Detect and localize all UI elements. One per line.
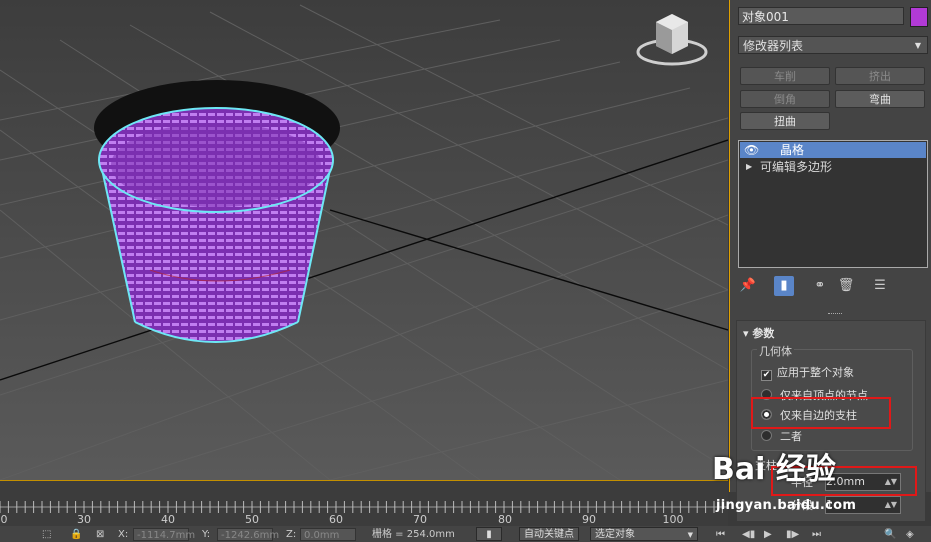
object-name-field[interactable]: 对象001 [738,7,904,25]
auto-key-button[interactable]: 自动关键点 [519,527,579,541]
group-label: 几何体 [757,343,794,359]
modifier-stack: 👁 晶格 ▶ 可编辑多边形 [738,140,928,268]
next-frame-icon[interactable]: ▮▶ [786,528,799,541]
timeline-ruler [0,501,728,513]
tick-label: 0 [0,513,8,526]
tick-label: 50 [245,513,259,526]
stack-item-lattice[interactable]: 👁 晶格 [740,142,926,158]
eye-icon[interactable]: 👁 [744,142,759,158]
modifier-list-label: 修改器列表 [743,39,804,53]
go-to-end-icon[interactable]: ⏭ [812,528,821,541]
viewcube-icon[interactable] [634,8,710,70]
watermark-logo: Bai 经验 [712,452,836,487]
show-end-result-icon[interactable]: ▮ [774,276,794,296]
trash-icon[interactable]: 🗑 [836,276,856,296]
transform-type-in-icon[interactable]: ⊠ [96,528,104,541]
apply-to-all-checkbox[interactable]: ✔ 应用于整个对象 [761,364,854,381]
stack-item-label: 可编辑多边形 [760,160,833,174]
tick-label: 80 [498,513,512,526]
play-icon[interactable]: ▶ [764,528,772,541]
checkbox-label: 应用于整个对象 [777,366,854,379]
stack-item-editable-poly[interactable]: ▶ 可编辑多边形 [740,159,926,175]
bend-button[interactable]: 弯曲 [835,90,925,108]
x-coordinate-field[interactable]: -1114.7mm [133,528,195,541]
z-coordinate-field[interactable]: 0.0mm [300,528,356,541]
z-label: Z: [286,529,297,540]
stack-item-label: 晶格 [780,143,805,157]
tick-label: 90 [582,513,596,526]
stack-toolbar: 📌 ▮ ⚭ 🗑 ☰ [738,276,928,298]
make-unique-icon[interactable]: ⚭ [810,276,830,296]
grid-size-text: 栅格 = 254.0mm [372,529,455,540]
modifier-list-dropdown[interactable]: 修改器列表 ▼ [738,36,928,54]
chevron-down-icon: ▼ [687,531,693,539]
chevron-down-icon: ▼ [914,41,921,50]
tick-label: 100 [662,513,684,526]
selected-object-dropdown[interactable]: 选定对象 ▼ [590,527,698,541]
tick-label: 70 [413,513,427,526]
pin-icon[interactable]: 📌 [738,276,758,296]
twist-button[interactable]: 扭曲 [740,112,830,130]
perspective-viewport[interactable] [0,0,728,480]
orbit-icon[interactable]: ◈ [906,528,914,541]
set-key-icon[interactable]: ▮ [476,527,502,541]
zoom-icon[interactable]: 🔍 [884,528,896,541]
divider [828,313,842,316]
lock-icon[interactable]: 🔒 [70,528,82,541]
timeline[interactable]: 0 30 40 50 60 70 80 90 100 [0,480,728,527]
tick-label: 60 [329,513,343,526]
configure-icon[interactable]: ☰ [870,276,890,296]
viewport-scene [0,0,728,480]
highlight-box [751,397,891,429]
rollout-title[interactable]: ▾ 参数 [743,325,774,341]
bevel-button[interactable]: 倒角 [740,90,830,108]
dropdown-value: 选定对象 [595,529,635,540]
lathe-button[interactable]: 车削 [740,67,830,85]
select-icon[interactable]: ⬚ [42,528,51,541]
extrude-button[interactable]: 挤出 [835,67,925,85]
y-coordinate-field[interactable]: -1242.6mm [217,528,279,541]
object-color-swatch[interactable] [910,7,928,27]
baidu-jingyan-watermark: Bai 经验 jingyan.baidu.com [712,436,928,526]
tick-label: 30 [77,513,91,526]
command-panel: 对象001 修改器列表 ▼ 车削 挤出 倒角 弯曲 扭曲 👁 晶格 ▶ 可编辑多… [729,0,931,522]
tick-label: 40 [161,513,175,526]
watermark-url: jingyan.baidu.com [716,498,857,513]
status-bar: ⬚ 🔒 ⊠ X: -1114.7mm Y: -1242.6mm Z: 0.0mm… [0,526,931,542]
expand-triangle-icon[interactable]: ▶ [746,159,752,175]
y-label: Y: [202,529,211,540]
go-to-start-icon[interactable]: ⏮ [716,528,725,541]
prev-frame-icon[interactable]: ◀▮ [742,528,755,541]
checkbox-icon: ✔ [761,370,772,381]
x-label: X: [118,529,129,540]
